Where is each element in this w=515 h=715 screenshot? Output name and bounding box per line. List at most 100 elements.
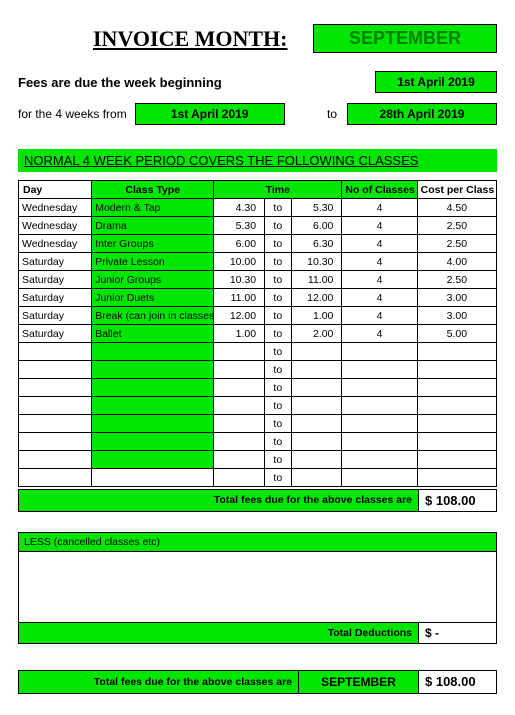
cell-num <box>342 361 417 379</box>
cell-cost: 2.50 <box>417 271 496 289</box>
cell-time-to: 6.30 <box>291 235 342 253</box>
cell-cost: 2.50 <box>417 217 496 235</box>
cell-to: to <box>265 235 291 253</box>
cell-time-to <box>291 451 342 469</box>
cell-time-from: 11.00 <box>214 289 265 307</box>
cell-type <box>92 361 214 379</box>
cell-cost: 4.50 <box>417 199 496 217</box>
fees-due-row: Fees are due the week beginning 1st Apri… <box>18 71 497 93</box>
col-type: Class Type <box>92 181 214 199</box>
cell-day <box>19 397 92 415</box>
cell-num <box>342 397 417 415</box>
cell-time-from <box>214 469 265 487</box>
cell-day: Wednesday <box>19 217 92 235</box>
cell-type: Private Lesson <box>92 253 214 271</box>
cell-time-to: 1.00 <box>291 307 342 325</box>
cell-cost: 4.00 <box>417 253 496 271</box>
cell-cost: 5.00 <box>417 325 496 343</box>
cell-time-from <box>214 379 265 397</box>
range-to-label: to <box>327 107 337 121</box>
cell-day: Wednesday <box>19 199 92 217</box>
col-num: No of Classes <box>342 181 417 199</box>
cell-cost <box>417 397 496 415</box>
table-row: SaturdayBallet1.00to2.0045.00 <box>19 325 497 343</box>
cell-time-from <box>214 451 265 469</box>
cell-num: 4 <box>342 217 417 235</box>
invoice-month-box: SEPTEMBER <box>313 24 497 53</box>
cell-to: to <box>265 271 291 289</box>
cell-time-to <box>291 397 342 415</box>
cell-time-to <box>291 415 342 433</box>
cell-cost <box>417 361 496 379</box>
cell-type <box>92 343 214 361</box>
cell-to: to <box>265 307 291 325</box>
less-box: LESS (cancelled classes etc) Total Deduc… <box>18 532 497 644</box>
cell-time-from <box>214 361 265 379</box>
classes-total-value: $ 108.00 <box>418 490 496 511</box>
cell-type <box>92 397 214 415</box>
table-row: WednesdayDrama5.30to6.0042.50 <box>19 217 497 235</box>
cell-day: Saturday <box>19 307 92 325</box>
cell-day: Saturday <box>19 289 92 307</box>
cell-num <box>342 379 417 397</box>
cell-time-to: 11.00 <box>291 271 342 289</box>
cell-type <box>92 469 214 487</box>
table-row: to <box>19 379 497 397</box>
cell-type: Ballet <box>92 325 214 343</box>
less-header: LESS (cancelled classes etc) <box>19 533 496 552</box>
cell-to: to <box>265 325 291 343</box>
cell-num <box>342 415 417 433</box>
cell-cost: 3.00 <box>417 289 496 307</box>
table-row: to <box>19 433 497 451</box>
cell-to: to <box>265 199 291 217</box>
cell-cost <box>417 415 496 433</box>
cell-day: Saturday <box>19 271 92 289</box>
range-from-label: for the 4 weeks from <box>18 107 127 121</box>
table-row: to <box>19 397 497 415</box>
cell-num: 4 <box>342 235 417 253</box>
cell-time-from <box>214 415 265 433</box>
cell-type <box>92 415 214 433</box>
cell-day: Saturday <box>19 325 92 343</box>
cell-num <box>342 433 417 451</box>
cell-to: to <box>265 289 291 307</box>
table-row: to <box>19 343 497 361</box>
table-row: to <box>19 451 497 469</box>
section-banner: NORMAL 4 WEEK PERIOD COVERS THE FOLLOWIN… <box>18 149 497 172</box>
cell-to: to <box>265 397 291 415</box>
cell-time-to <box>291 379 342 397</box>
cell-cost <box>417 469 496 487</box>
cell-cost <box>417 379 496 397</box>
cell-time-from: 10.00 <box>214 253 265 271</box>
cell-time-to: 10.30 <box>291 253 342 271</box>
less-footer: Total Deductions $ - <box>19 622 496 643</box>
cell-type: Drama <box>92 217 214 235</box>
cell-day <box>19 451 92 469</box>
cell-to: to <box>265 415 291 433</box>
cell-to: to <box>265 451 291 469</box>
cell-to: to <box>265 343 291 361</box>
cell-to: to <box>265 433 291 451</box>
page-title: INVOICE MONTH: <box>93 26 288 52</box>
cell-type <box>92 379 214 397</box>
cell-cost <box>417 451 496 469</box>
cell-time-from <box>214 343 265 361</box>
cell-num: 4 <box>342 253 417 271</box>
col-cost: Cost per Class <box>417 181 496 199</box>
cell-time-from <box>214 433 265 451</box>
cell-time-to: 6.00 <box>291 217 342 235</box>
cell-time-from: 6.00 <box>214 235 265 253</box>
table-header-row: Day Class Type Time No of Classes Cost p… <box>19 181 497 199</box>
cell-to: to <box>265 469 291 487</box>
fees-due-date: 1st April 2019 <box>375 71 497 93</box>
table-row: SaturdayJunior Groups10.30to11.0042.50 <box>19 271 497 289</box>
cell-type <box>92 451 214 469</box>
final-value: $ 108.00 <box>418 671 496 693</box>
cell-time-from: 5.30 <box>214 217 265 235</box>
cell-time-from: 1.00 <box>214 325 265 343</box>
table-row: to <box>19 415 497 433</box>
col-day: Day <box>19 181 92 199</box>
cell-time-from: 12.00 <box>214 307 265 325</box>
cell-num: 4 <box>342 271 417 289</box>
cell-cost: 3.00 <box>417 307 496 325</box>
